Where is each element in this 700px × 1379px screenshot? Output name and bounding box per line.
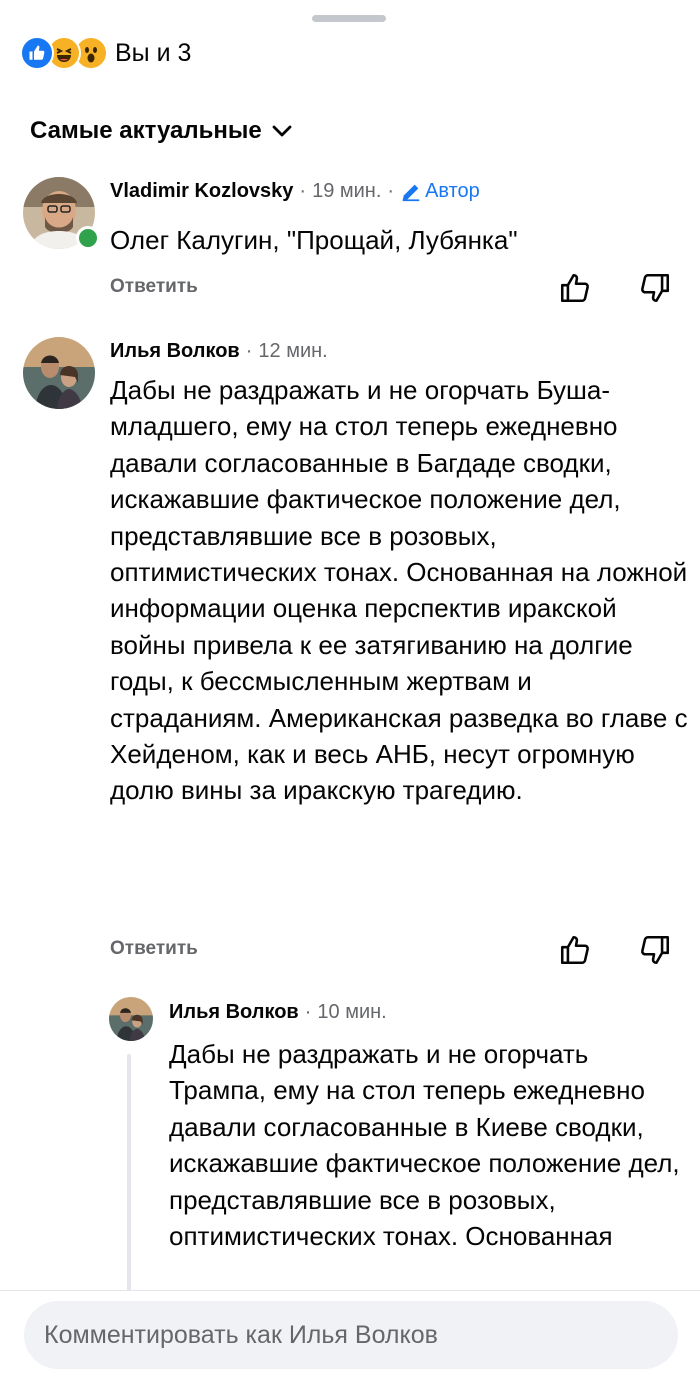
separator-dot: · xyxy=(245,340,253,362)
separator-dot: · xyxy=(304,1001,312,1023)
avatar[interactable] xyxy=(109,997,153,1041)
comment-input[interactable] xyxy=(24,1301,678,1369)
author-badge-label: Автор xyxy=(425,180,480,202)
thumbs-up-icon[interactable] xyxy=(558,271,592,305)
comment-meta: Vladimir Kozlovsky · 19 мин. · Автор xyxy=(110,180,480,203)
reply-thread-line xyxy=(127,1054,131,1294)
avatar[interactable] xyxy=(23,337,95,409)
comment-time[interactable]: 19 мин. xyxy=(312,180,381,203)
online-status-indicator xyxy=(76,226,100,250)
comment-time[interactable]: 12 мин. xyxy=(258,340,327,363)
chevron-down-icon xyxy=(272,125,292,137)
thumbs-up-icon[interactable] xyxy=(558,933,592,967)
comment-composer-bar xyxy=(0,1290,700,1379)
separator-dot: · xyxy=(387,180,395,202)
sort-dropdown[interactable]: Самые актуальные xyxy=(30,117,294,145)
comment-meta: Илья Волков · 12 мин. xyxy=(110,340,328,363)
comment-text: Дабы не раздражать и не огорчать Буша-мл… xyxy=(110,375,688,806)
thumbs-down-icon[interactable] xyxy=(638,933,672,967)
drag-handle[interactable] xyxy=(312,15,386,22)
pencil-icon xyxy=(402,184,420,201)
author-name[interactable]: Илья Волков xyxy=(110,340,240,363)
sort-label: Самые актуальные xyxy=(30,117,262,144)
comment-time[interactable]: 10 мин. xyxy=(317,1001,386,1024)
comments-sheet: Вы и 3 Самые актуальные Vladimir Kozlovs… xyxy=(0,0,700,1379)
thumbs-down-icon[interactable] xyxy=(638,271,672,305)
comment-meta: Илья Волков · 10 мин. xyxy=(169,1001,387,1024)
comment-text: Дабы не раздражать и не огорчать Трампа,… xyxy=(169,1039,680,1252)
reactions-summary[interactable]: Вы и 3 xyxy=(20,36,191,70)
like-icon xyxy=(20,36,54,70)
reply-button[interactable]: Ответить xyxy=(110,938,198,960)
reply-button[interactable]: Ответить xyxy=(110,276,198,298)
reactions-count: Вы и 3 xyxy=(115,38,192,67)
comment-text: Олег Калугин, "Прощай, Лубянка" xyxy=(110,225,518,255)
author-badge: Автор xyxy=(400,180,480,203)
author-name[interactable]: Vladimir Kozlovsky xyxy=(110,180,293,203)
author-name[interactable]: Илья Волков xyxy=(169,1001,299,1024)
separator-dot: · xyxy=(299,180,307,202)
